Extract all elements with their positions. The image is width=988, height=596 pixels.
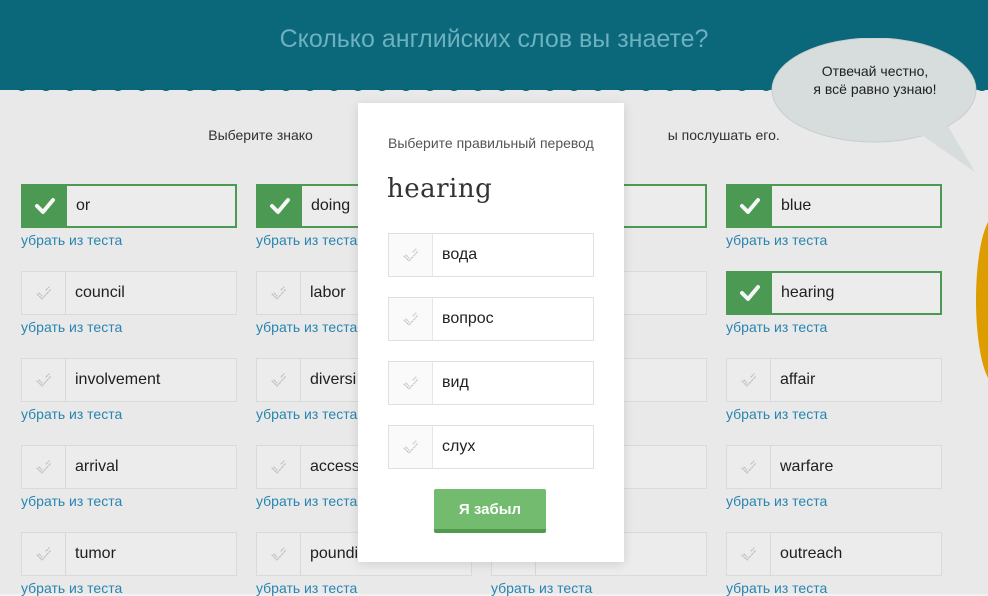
translation-modal: Выберите правильный перевод hearing вода…	[358, 103, 624, 562]
checkmark-icon	[402, 376, 419, 390]
translation-option[interactable]: слух	[388, 425, 594, 469]
option-label: слух	[442, 438, 476, 455]
option-label: вид	[442, 374, 469, 391]
checkmark-icon	[402, 312, 419, 326]
translation-option[interactable]: вид	[388, 361, 594, 405]
option-checkbox[interactable]	[389, 362, 433, 404]
option-label: вопрос	[442, 310, 494, 327]
modal-instruction: Выберите правильный перевод	[388, 135, 594, 151]
checkmark-icon	[402, 440, 419, 454]
option-checkbox[interactable]	[389, 426, 433, 468]
option-checkbox[interactable]	[389, 234, 433, 276]
option-label: вода	[442, 246, 478, 263]
translation-option[interactable]: вопрос	[388, 297, 594, 341]
checkmark-icon	[402, 248, 419, 262]
modal-word: hearing	[387, 174, 493, 204]
option-checkbox[interactable]	[389, 298, 433, 340]
forgot-button[interactable]: Я забыл	[434, 489, 546, 533]
translation-option[interactable]: вода	[388, 233, 594, 277]
